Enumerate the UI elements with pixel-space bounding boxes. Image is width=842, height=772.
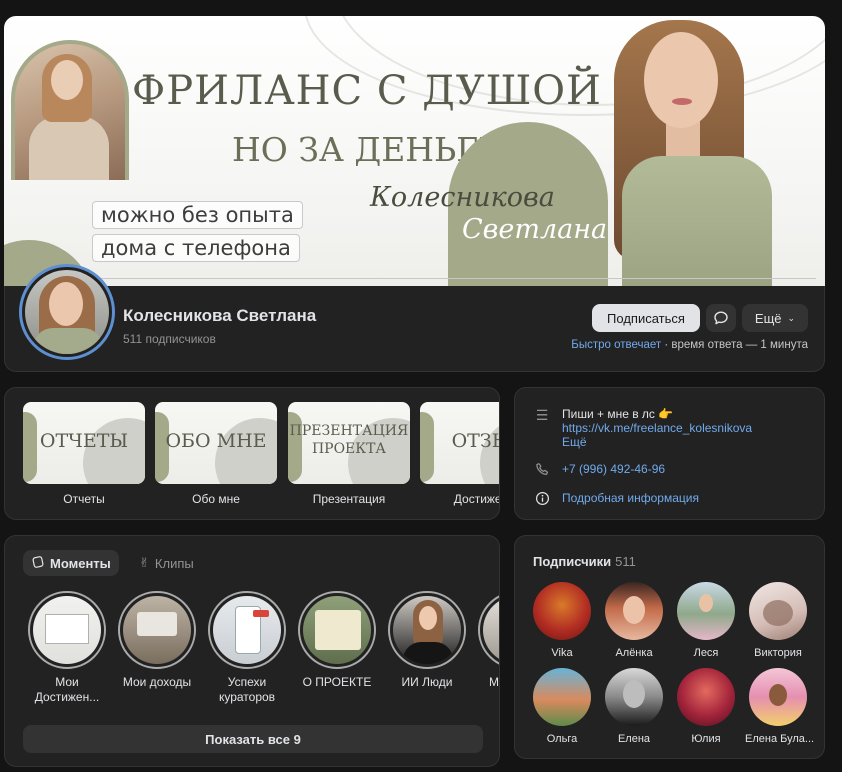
profile-info: ☰ Пиши + мне в лс 👉 https://vk.me/freela… [514,387,825,520]
profile-name: Колесникова Светлана [123,306,317,325]
subscriber-name: Алёнка [615,647,653,659]
moment-label: Успехи кураторов [218,675,276,704]
highlight-item[interactable]: ОТЧЕТЫ Отчеты [23,402,145,506]
avatar [749,668,807,726]
moment-label: Мои доходы [122,675,192,689]
moments-section: Моменты ✌ Клипы Мои Достижен... Мои дохо… [4,535,500,767]
cover-small-photo [11,40,129,180]
subscriber-name: Елена [617,733,651,745]
phone-icon [533,462,551,480]
subscriber-item[interactable]: Ольга [529,668,595,745]
avatar [605,668,663,726]
subscriber-item[interactable]: Елена [601,668,667,745]
subscriber-name: Vika [551,647,573,659]
avatar [605,582,663,640]
cover-divider [96,278,816,279]
moment-item[interactable]: О ПРОЕКТЕ [297,591,377,690]
highlight-label: Достижен [453,492,499,506]
profile-cover: ФРИЛАНС С ДУШОЙ НО ЗА ДЕНЬГИ можно без о… [4,16,825,288]
tab-moments-label: Моменты [50,555,111,571]
clips-icon: ✌ [139,555,150,570]
highlight-cover-text: ОТЗЫ [451,430,499,452]
phone-row: +7 (996) 492-46-96 [533,462,665,480]
subscriber-name: Леся [693,647,719,659]
highlight-label: Презентация [312,492,386,506]
highlight-cover-text: ПРЕЗЕНТАЦИЯ ПРОЕКТА [289,423,409,457]
moments-icon [31,555,45,572]
tab-clips[interactable]: ✌ Клипы [131,550,202,576]
avatar [677,668,735,726]
subscriber-item[interactable]: Леся [673,582,739,659]
subscriber-item[interactable]: Vika [529,582,595,659]
highlight-cover: ОТЗЫ [420,402,499,484]
cover-signature-surname: Колесникова [370,182,555,213]
highlight-item[interactable]: ОБО МНЕ Обо мне [155,402,277,506]
subscriber-name: Ольга [546,733,578,745]
subscribe-button[interactable]: Подписаться [592,304,700,332]
highlight-cover: ОТЧЕТЫ [23,402,145,484]
subscriber-item[interactable]: Алёнка [601,582,667,659]
highlight-cover-text: ОБО МНЕ [165,430,267,452]
moment-item[interactable]: Мои доходы [117,591,197,690]
highlight-cover: ПРЕЗЕНТАЦИЯ ПРОЕКТА [288,402,410,484]
avatar [677,582,735,640]
moment-item[interactable]: Успехи кураторов [207,591,287,705]
subscribers-section: Подписчики 511 Vika Алёнка Леся Виктория … [514,535,825,759]
moment-label: Ма [489,675,500,689]
subscriber-item[interactable]: Виктория [745,582,811,659]
moment-label: Мои Достижен... [34,675,100,704]
cover-portrait [604,16,784,288]
moment-label: О ПРОЕКТЕ [302,675,372,689]
message-button[interactable] [706,304,736,332]
avatar [533,582,591,640]
avatar [749,582,807,640]
moment-item[interactable]: ИИ Люди [387,591,467,690]
highlight-cover: ОБО МНЕ [155,402,277,484]
phone-link[interactable]: +7 (996) 492-46-96 [562,462,665,476]
tab-moments[interactable]: Моменты [23,550,119,576]
chevron-down-icon: ⌄ [787,312,796,323]
moment-item[interactable]: Ма [477,591,500,690]
subscriber-item[interactable]: Юлия [673,668,739,745]
tab-clips-label: Клипы [154,555,194,571]
status-row: ☰ Пиши + мне в лс 👉 https://vk.me/freela… [533,407,752,449]
menu-lines-icon: ☰ [535,407,549,423]
details-row: Подробная информация [533,491,699,509]
subscribers-header[interactable]: Подписчики 511 [533,554,636,569]
status-more-link[interactable]: Ещё [562,435,752,449]
vk-me-link[interactable]: https://vk.me/freelance_kolesnikova [562,421,752,435]
subscribers-count: 511 [615,554,636,569]
more-label: Ещё [754,310,782,326]
details-link[interactable]: Подробная информация [562,491,699,505]
profile-avatar[interactable] [19,264,115,360]
subscriber-count[interactable]: 511 подписчиков [123,332,216,346]
show-all-moments-button[interactable]: Показать все 9 [23,725,483,753]
highlight-label: Отчеты [63,492,105,506]
cover-tag-no-experience: можно без опыта [92,201,303,229]
moment-item[interactable]: Мои Достижен... [27,591,107,705]
highlight-label: Обо мне [192,492,240,506]
highlights-section: ОТЧЕТЫ Отчеты ОБО МНЕ Обо мне ПРЕЗЕНТАЦИ… [4,387,500,520]
fast-reply-link[interactable]: Быстро отвечает [571,339,661,351]
reply-time: · время ответа — 1 минута [661,339,808,351]
cover-title: ФРИЛАНС С ДУШОЙ [132,68,602,114]
reply-speed: Быстро отвечает · время ответа — 1 минут… [571,339,808,351]
status-text: Пиши + мне в лс 👉 [562,407,674,421]
moment-label: ИИ Люди [401,675,453,689]
highlight-item[interactable]: ОТЗЫ Достижен [420,402,499,506]
cover-tag-from-phone: дома с телефона [92,234,300,262]
cover-signature-name: Светлана [462,214,608,245]
subscriber-name: Юлия [691,733,721,745]
avatar [533,668,591,726]
subscriber-name: Виктория [754,647,802,659]
info-circle-icon [533,491,551,509]
subscribers-title: Подписчики [533,554,612,569]
message-bubble-icon [714,311,728,325]
more-button[interactable]: Ещё ⌄ [742,304,808,332]
highlight-item[interactable]: ПРЕЗЕНТАЦИЯ ПРОЕКТА Презентация [288,402,410,506]
profile-header: Колесникова Светлана 511 подписчиков Под… [4,264,825,372]
subscriber-item[interactable]: Елена Була... [745,668,815,745]
subscriber-name: Елена Була... [745,733,815,745]
highlight-cover-text: ОТЧЕТЫ [39,430,129,452]
